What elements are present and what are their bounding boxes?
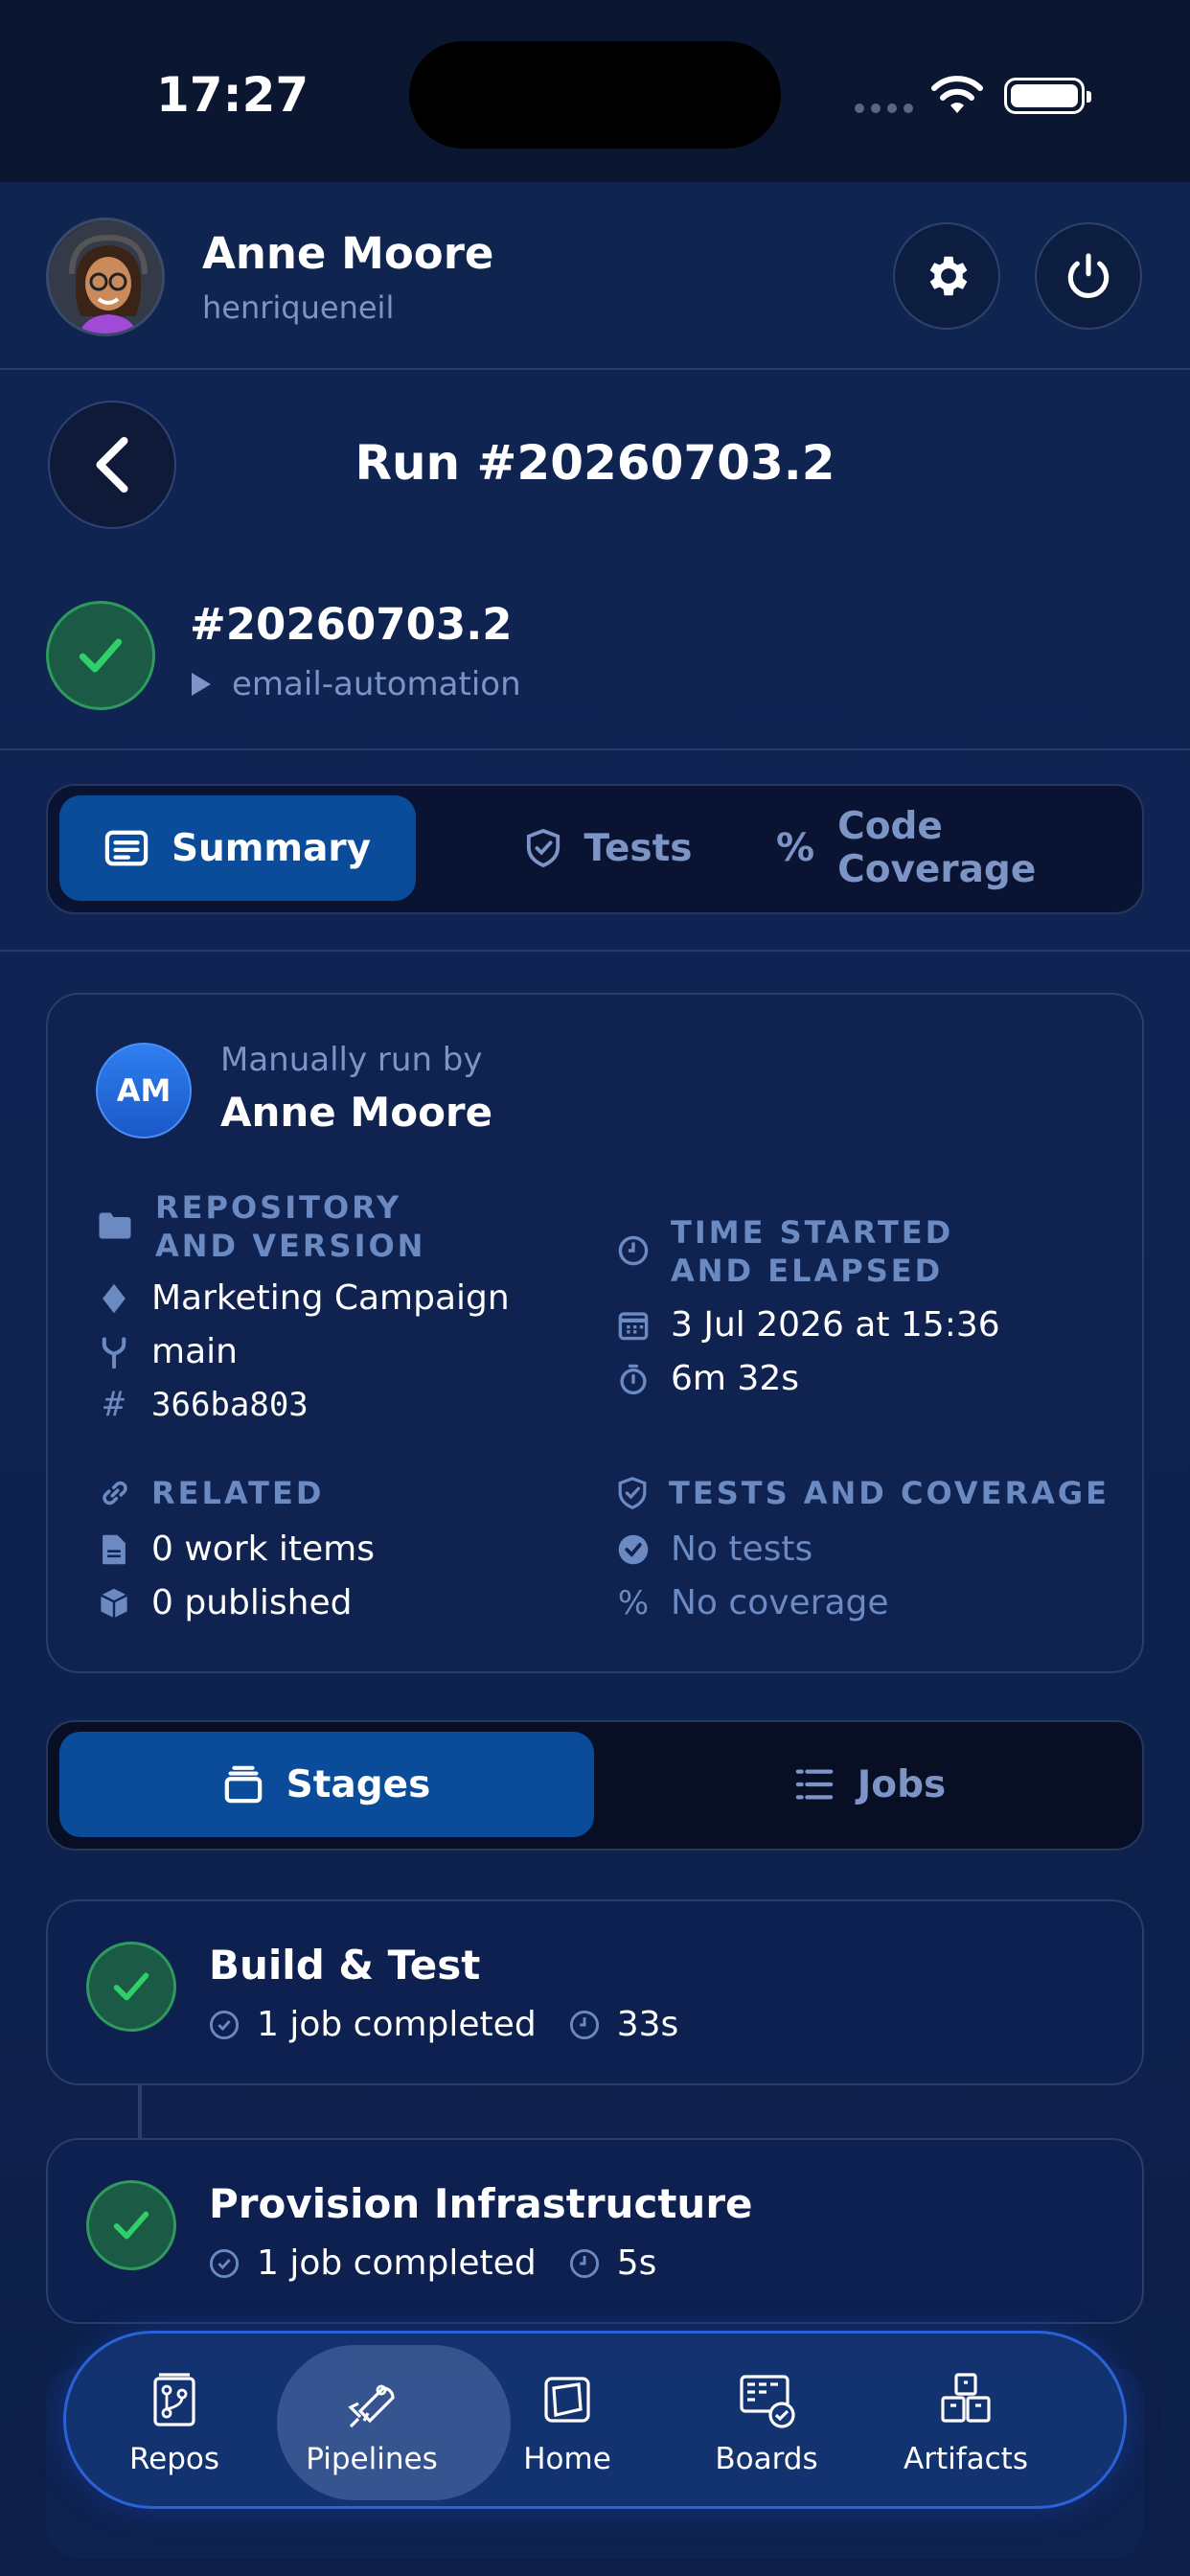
published-artifacts[interactable]: 0 published <box>98 1583 352 1622</box>
percent-icon: % <box>776 826 815 870</box>
hash-icon: # <box>103 1385 125 1424</box>
tab-summary[interactable]: Summary <box>59 795 416 901</box>
clock-icon <box>618 1235 649 1266</box>
pipeline-name: email-automation <box>232 665 521 703</box>
profile-header: Anne Moore henriqueneil <box>0 182 1190 370</box>
check-circle-icon <box>618 1534 649 1564</box>
divider <box>0 748 1190 750</box>
user-handle: henriqueneil <box>202 289 395 326</box>
calendar-icon <box>618 1311 649 1340</box>
stopwatch-icon <box>620 1364 647 1394</box>
page-title: Run #20260703.2 <box>355 435 835 491</box>
branch-icon <box>102 1336 126 1368</box>
logout-button[interactable] <box>1035 222 1142 330</box>
tab-tests[interactable]: Tests <box>450 795 767 901</box>
stage-connector <box>138 2085 142 2139</box>
settings-button[interactable] <box>893 222 1000 330</box>
tests-status: No tests <box>617 1530 812 1569</box>
percent-icon: % <box>617 1583 650 1622</box>
tab-repos[interactable]: Repos <box>76 2334 273 2512</box>
summary-icon <box>104 830 149 866</box>
power-icon <box>1067 253 1110 298</box>
shield-check-icon <box>618 1477 647 1509</box>
run-by-label: Manually run by <box>220 1041 483 1079</box>
folder-icon <box>99 1212 131 1239</box>
battery-icon <box>1004 78 1091 114</box>
success-check-icon <box>46 601 155 710</box>
tests-coverage-label: TESTS AND COVERAGE <box>669 1475 1110 1511</box>
boards-icon <box>740 2375 795 2428</box>
status-bar: 17:27 <box>0 0 1190 182</box>
play-icon <box>192 673 211 696</box>
bottom-tab-bar: Repos Pipelines Home Boards Artifacts <box>63 2331 1127 2509</box>
list-icon <box>795 1769 834 1800</box>
shield-icon <box>526 828 560 868</box>
wifi-icon <box>931 76 983 113</box>
tab-home[interactable]: Home <box>469 2334 666 2512</box>
run-by-name: Anne Moore <box>220 1089 493 1136</box>
tab-boards[interactable]: Boards <box>668 2334 865 2512</box>
tab-code-coverage[interactable]: % Code Coverage <box>776 795 1140 901</box>
dynamic-island <box>409 41 781 149</box>
toggle-stages[interactable]: Stages <box>59 1732 594 1837</box>
diamond-icon <box>103 1283 126 1313</box>
repos-icon <box>153 2373 195 2426</box>
stack-icon <box>224 1765 262 1804</box>
pipelines-icon <box>348 2384 395 2428</box>
gear-icon <box>929 256 968 296</box>
work-items[interactable]: 0 work items <box>98 1530 375 1569</box>
toggle-jobs[interactable]: Jobs <box>604 1732 1136 1837</box>
success-check-icon <box>86 2180 176 2270</box>
elapsed-time: 6m 32s <box>617 1359 799 1398</box>
view-toggle: Stages Jobs <box>46 1720 1144 1851</box>
pipeline-link[interactable]: email-automation <box>190 665 521 703</box>
document-icon <box>103 1534 126 1564</box>
started-time: 3 Jul 2026 at 15:36 <box>617 1305 1000 1345</box>
user-name: Anne Moore <box>202 228 494 279</box>
tab-artifacts[interactable]: Artifacts <box>867 2334 1064 2512</box>
run-id: #20260703.2 <box>190 599 513 650</box>
check-circle-outline-icon <box>209 2010 240 2039</box>
link-icon <box>103 1481 127 1506</box>
coverage-status: % No coverage <box>617 1583 889 1622</box>
user-initials-avatar: AM <box>96 1043 192 1138</box>
branch-name: main <box>98 1332 238 1371</box>
status-time: 17:27 <box>156 67 309 123</box>
repository-name: Marketing Campaign <box>98 1278 510 1318</box>
clock-icon <box>569 2010 599 2039</box>
success-check-icon <box>86 1942 176 2032</box>
stage-card[interactable]: Provision Infrastructure 1 job completed… <box>46 2138 1144 2324</box>
stage-meta: 1 job completed 33s <box>209 2005 678 2044</box>
stage-card[interactable]: Build & Test 1 job completed 33s <box>46 1899 1144 2085</box>
clock-icon <box>569 2248 599 2278</box>
summary-card: AM Manually run by Anne Moore REPOSITORY… <box>46 993 1144 1673</box>
commit-hash: # 366ba803 <box>98 1386 309 1424</box>
stage-title: Provision Infrastructure <box>209 2180 753 2227</box>
run-tabs: Summary Tests % Code Coverage <box>46 784 1144 914</box>
avatar[interactable] <box>46 218 165 336</box>
signal-icon <box>855 104 913 113</box>
divider <box>0 950 1190 952</box>
stage-meta: 1 job completed 5s <box>209 2243 656 2283</box>
stage-title: Build & Test <box>209 1942 481 1989</box>
package-icon <box>100 1588 128 1618</box>
home-icon <box>544 2377 590 2423</box>
repository-label: REPOSITORY AND VERSION <box>155 1189 426 1264</box>
artifacts-icon <box>941 2373 991 2423</box>
tab-pipelines[interactable]: Pipelines <box>273 2334 511 2512</box>
check-circle-outline-icon <box>209 2248 240 2278</box>
time-label: TIME STARTED AND ELAPSED <box>671 1214 954 1289</box>
related-label: RELATED <box>151 1475 325 1511</box>
